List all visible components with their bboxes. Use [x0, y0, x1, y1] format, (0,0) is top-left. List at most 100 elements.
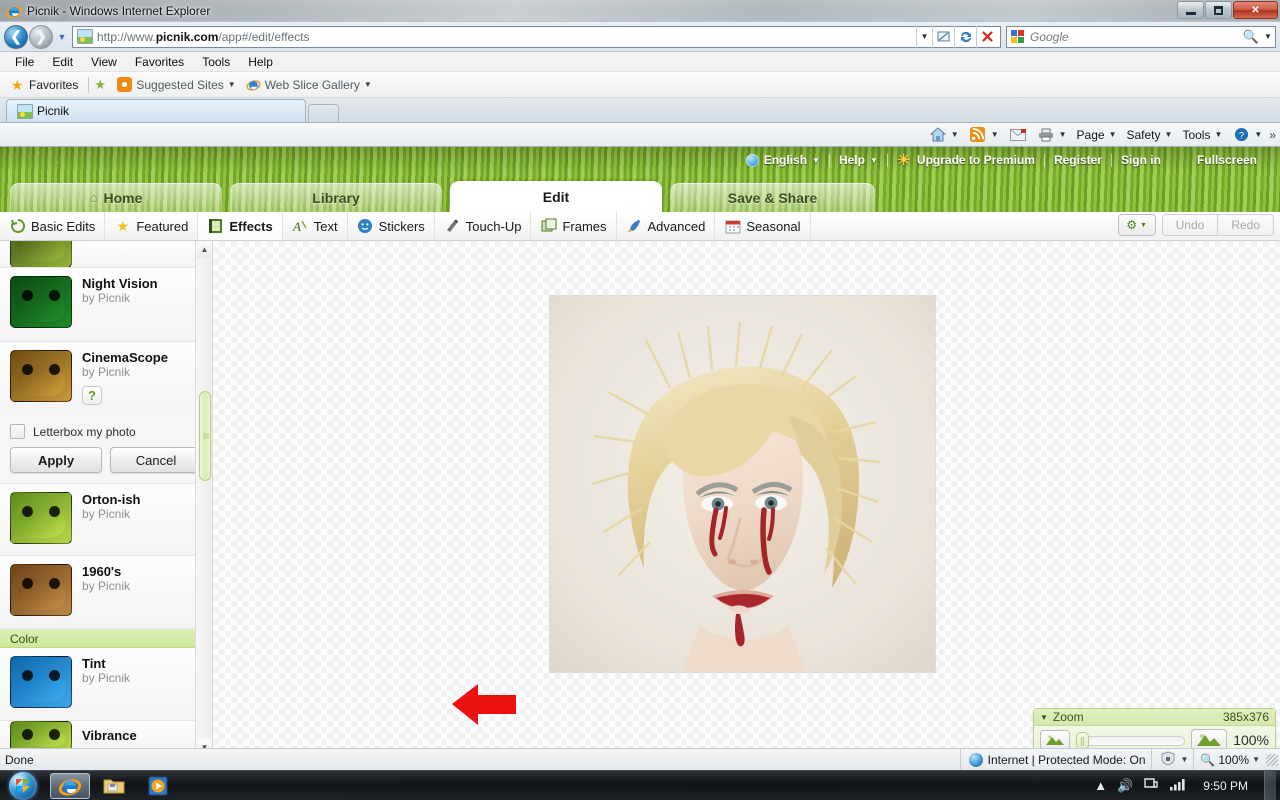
- taskbar-item-windows-explorer[interactable]: [94, 773, 134, 799]
- print-button[interactable]: ▼: [1032, 124, 1072, 146]
- add-to-favorites-bar-icon[interactable]: ★: [94, 77, 110, 92]
- tab-edit[interactable]: Edit: [450, 181, 662, 212]
- zoom-panel[interactable]: ▼ Zoom 385x376 100%: [1033, 708, 1276, 753]
- chevron-down-icon[interactable]: ▼: [1252, 755, 1260, 764]
- maximize-button[interactable]: [1205, 1, 1232, 19]
- menu-item-file[interactable]: File: [6, 52, 43, 72]
- favorites-button[interactable]: ★ Favorites: [6, 78, 83, 92]
- scrollbar-thumb[interactable]: [199, 391, 211, 481]
- web-slice-gallery-button[interactable]: Web Slice Gallery ▼: [241, 77, 377, 92]
- tab-home[interactable]: ⌂ Home: [10, 183, 222, 212]
- zoom-slider[interactable]: [1076, 731, 1186, 750]
- chevron-down-icon[interactable]: ▼: [1254, 130, 1262, 139]
- volume-icon[interactable]: 🔊: [1117, 778, 1133, 794]
- start-button[interactable]: [0, 771, 46, 800]
- tools-menu-button[interactable]: Tools ▼: [1177, 124, 1227, 146]
- feeds-button[interactable]: ▼: [964, 124, 1004, 146]
- effect-row-vibrance[interactable]: Vibrance: [0, 721, 212, 751]
- undo-button[interactable]: Undo: [1161, 214, 1219, 236]
- sidebar-scrollbar[interactable]: ▲ ▼: [195, 241, 212, 756]
- url-dropdown-caret-icon[interactable]: ▼: [916, 25, 932, 48]
- scroll-up-icon[interactable]: ▲: [196, 241, 212, 258]
- zoom-slider-thumb[interactable]: [1076, 731, 1089, 750]
- recent-pages-caret-icon[interactable]: ▼: [55, 32, 69, 42]
- photo-canvas[interactable]: ▼ Zoom 385x376 100%: [213, 241, 1280, 756]
- close-button[interactable]: ✕: [1233, 1, 1278, 19]
- chevron-down-icon[interactable]: ▼: [1109, 130, 1117, 139]
- network-signal-icon[interactable]: [1169, 777, 1187, 794]
- tab-save-and-share[interactable]: Save & Share: [670, 183, 875, 212]
- subtab-effects[interactable]: Effects: [198, 212, 283, 240]
- zoom-out-button[interactable]: [1040, 729, 1070, 750]
- search-icon[interactable]: 🔍: [1241, 29, 1261, 45]
- effect-row-orton-ish[interactable]: Orton-ish by Picnik: [0, 483, 212, 556]
- chevron-down-icon[interactable]: ▼: [951, 130, 959, 139]
- forward-button[interactable]: ❯: [29, 24, 53, 49]
- subtab-touch-up[interactable]: Touch-Up: [435, 212, 532, 240]
- subtab-text[interactable]: A Text: [283, 212, 348, 240]
- resize-grip-icon[interactable]: [1266, 753, 1278, 766]
- subtab-basic-edits[interactable]: Basic Edits: [0, 212, 106, 240]
- safety-menu-button[interactable]: Safety ▼: [1122, 124, 1178, 146]
- effects-sidebar[interactable]: Night Vision by Picnik CinemaScope by Pi…: [0, 241, 213, 756]
- compatibility-view-icon[interactable]: [932, 25, 954, 48]
- menu-item-favorites[interactable]: Favorites: [126, 52, 193, 72]
- effect-help-badge[interactable]: ?: [82, 386, 102, 405]
- subtab-advanced[interactable]: Advanced: [617, 212, 716, 240]
- register-link[interactable]: Register: [1045, 153, 1111, 167]
- stop-icon[interactable]: [976, 25, 998, 48]
- menu-item-tools[interactable]: Tools: [193, 52, 239, 72]
- effect-row-cinemascope[interactable]: CinemaScope by Picnik ?: [0, 342, 212, 416]
- protected-mode-indicator[interactable]: ▼: [1150, 748, 1194, 771]
- action-center-icon[interactable]: [1143, 776, 1159, 795]
- show-hidden-icons-icon[interactable]: ▲: [1094, 778, 1107, 793]
- effect-row-1960s[interactable]: 1960's by Picnik: [0, 556, 212, 629]
- taskbar-item-media-player[interactable]: [138, 773, 178, 799]
- zoom-panel-header[interactable]: ▼ Zoom 385x376: [1034, 709, 1275, 726]
- help-menu-button[interactable]: ? ▼: [1227, 124, 1267, 146]
- settings-gear-button[interactable]: ⚙ ▼: [1117, 214, 1156, 236]
- taskbar-clock[interactable]: 9:50 PM: [1197, 779, 1254, 793]
- read-mail-button[interactable]: [1004, 124, 1032, 146]
- suggested-sites-button[interactable]: Suggested Sites ▼: [112, 77, 240, 92]
- upgrade-to-premium-link[interactable]: ☀ Upgrade to Premium: [888, 153, 1044, 168]
- refresh-icon[interactable]: [954, 25, 976, 48]
- subtab-stickers[interactable]: Stickers: [348, 212, 435, 240]
- effect-row-night-vision[interactable]: Night Vision by Picnik: [0, 268, 212, 342]
- menu-item-view[interactable]: View: [82, 52, 126, 72]
- minimize-button[interactable]: [1177, 1, 1204, 19]
- chevron-down-icon[interactable]: ▼: [991, 130, 999, 139]
- home-button[interactable]: ▼: [924, 124, 964, 146]
- redo-button[interactable]: Redo: [1218, 214, 1274, 236]
- effect-row-partial[interactable]: [0, 241, 212, 268]
- language-selector[interactable]: English ▼: [737, 153, 829, 167]
- subtab-featured[interactable]: ★ Featured: [105, 212, 199, 240]
- tab-library[interactable]: Library: [230, 183, 442, 212]
- search-input[interactable]: Google 🔍 ▼: [1006, 25, 1276, 48]
- url-input[interactable]: http://www.picnik.com/app#/edit/effects …: [72, 25, 1001, 48]
- new-tab-button[interactable]: [308, 104, 339, 122]
- chevron-down-icon[interactable]: ▼: [228, 80, 236, 89]
- command-bar-overflow-icon[interactable]: »: [1269, 128, 1276, 142]
- chevron-down-icon[interactable]: ▼: [1214, 130, 1222, 139]
- letterbox-checkbox[interactable]: [10, 424, 25, 439]
- taskbar-item-internet-explorer[interactable]: [50, 772, 90, 799]
- chevron-down-icon[interactable]: ▼: [1165, 130, 1173, 139]
- cancel-button[interactable]: Cancel: [110, 447, 202, 473]
- help-menu[interactable]: Help ▼: [830, 153, 887, 167]
- subtab-seasonal[interactable]: Seasonal: [715, 212, 811, 240]
- menu-item-help[interactable]: Help: [239, 52, 282, 72]
- search-provider-caret-icon[interactable]: ▼: [1261, 32, 1275, 41]
- subtab-frames[interactable]: Frames: [531, 212, 617, 240]
- menu-item-edit[interactable]: Edit: [43, 52, 82, 72]
- sign-in-link[interactable]: Sign in: [1112, 153, 1170, 167]
- chevron-down-icon[interactable]: ▼: [364, 80, 372, 89]
- chevron-down-icon[interactable]: ▼: [1059, 130, 1067, 139]
- back-button[interactable]: ❮: [4, 24, 28, 49]
- edited-photo[interactable]: [550, 296, 935, 672]
- chevron-down-icon[interactable]: ▼: [1181, 755, 1189, 764]
- browser-tab-picnik[interactable]: Picnik: [6, 99, 306, 122]
- chevron-down-icon[interactable]: ▼: [1040, 713, 1048, 722]
- page-menu-button[interactable]: Page ▼: [1072, 124, 1122, 146]
- show-desktop-button[interactable]: [1264, 770, 1276, 800]
